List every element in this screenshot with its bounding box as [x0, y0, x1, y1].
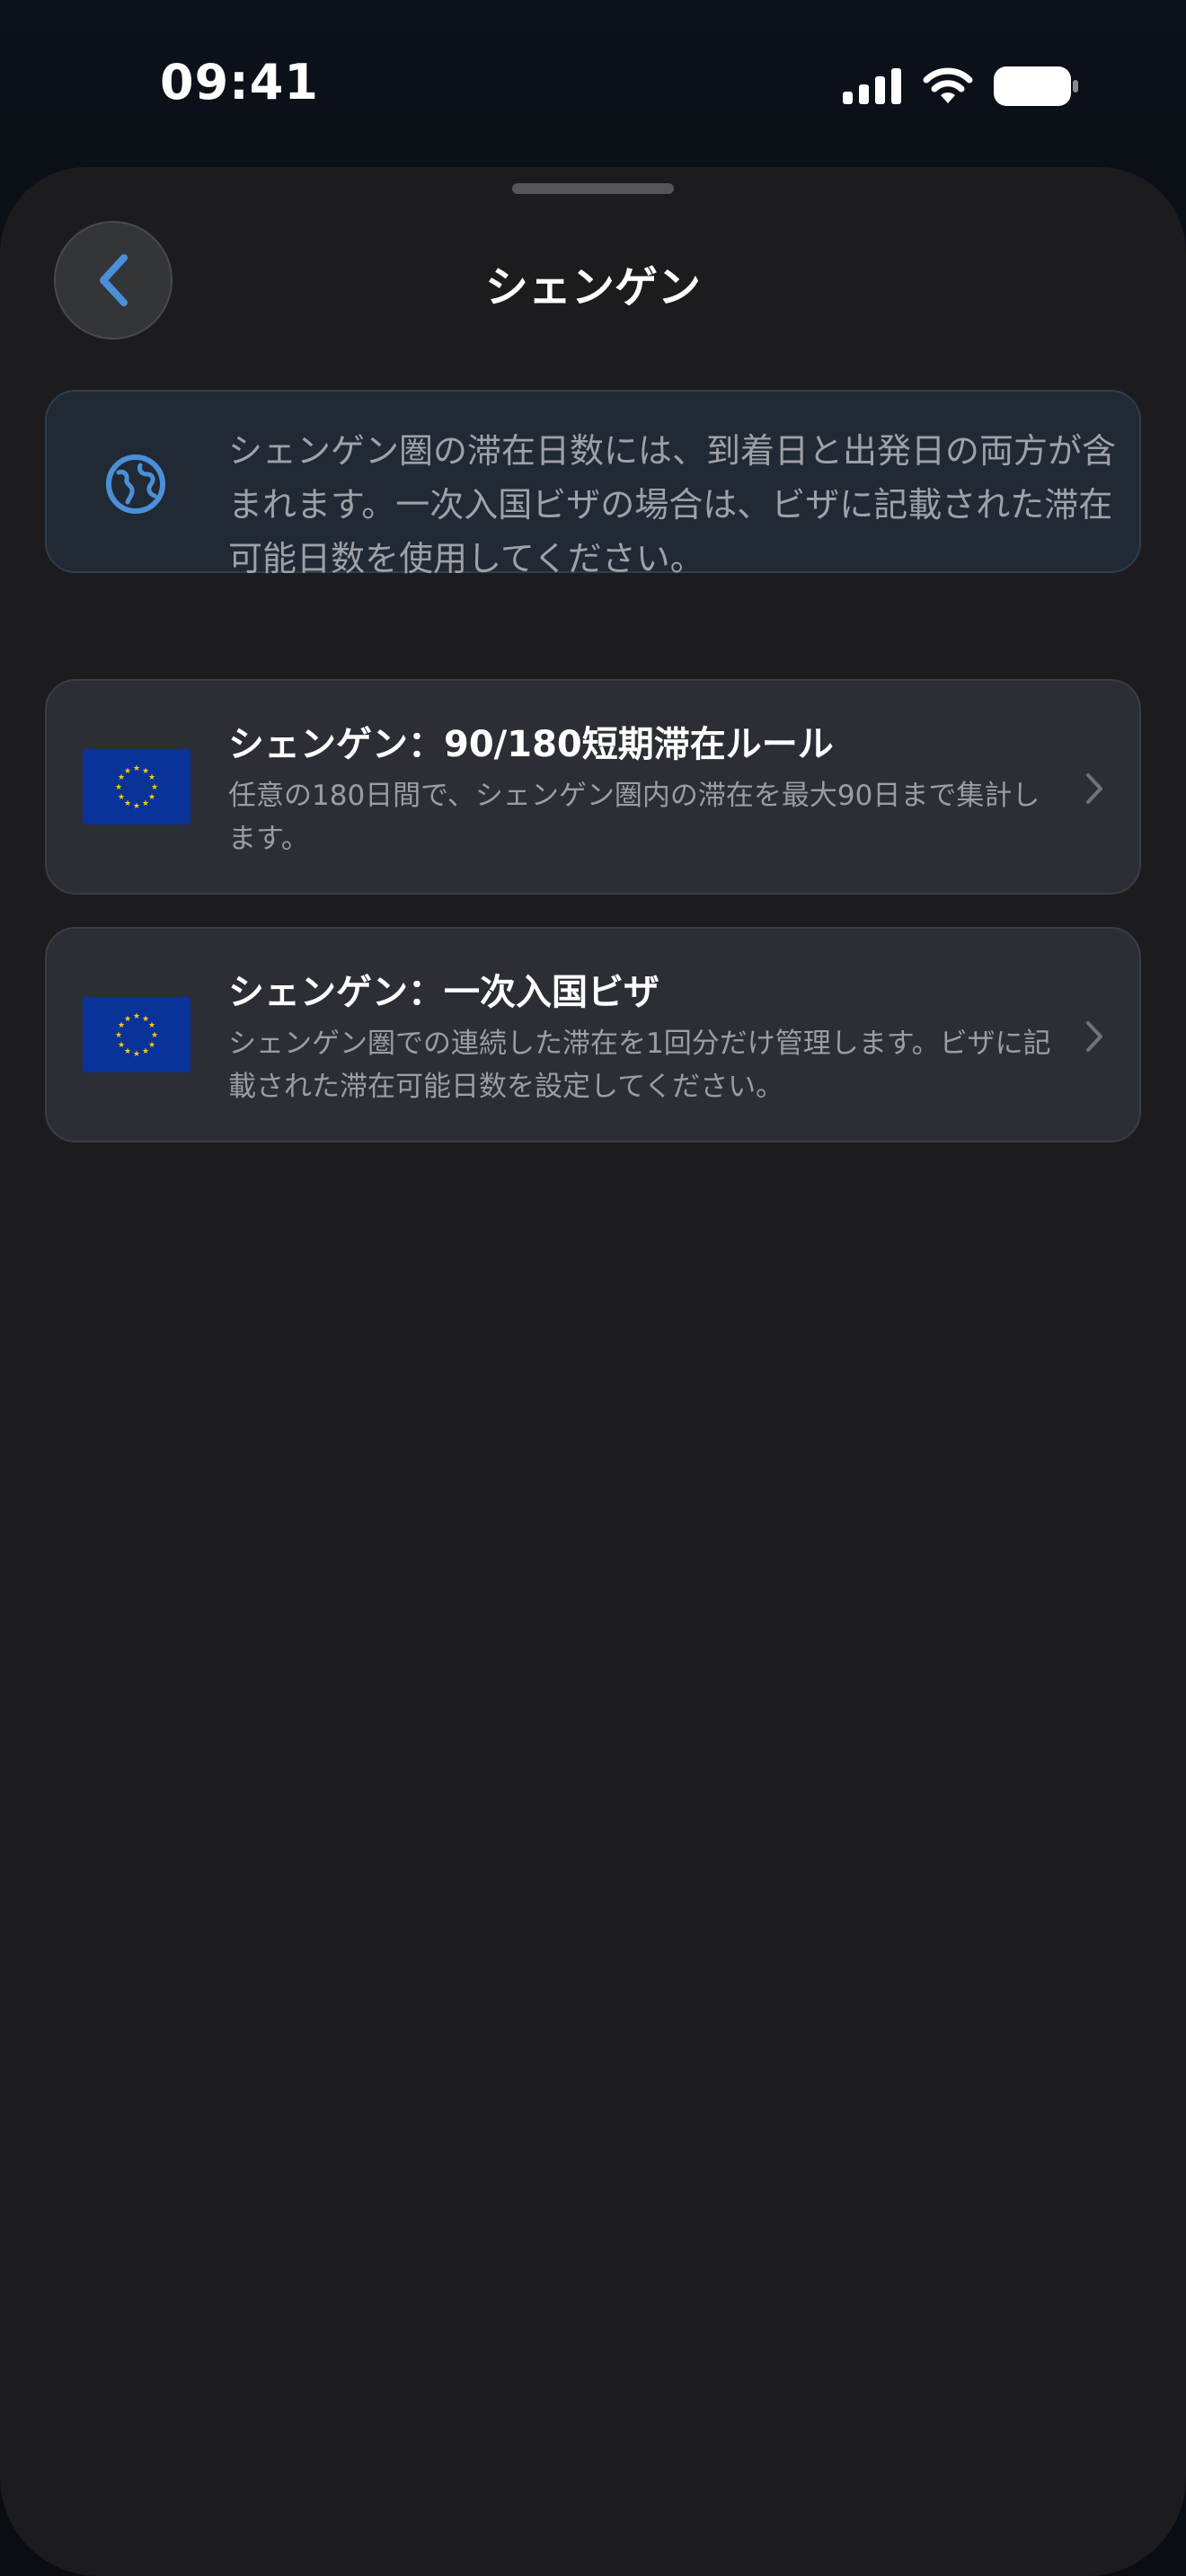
- svg-text:★: ★: [148, 1021, 155, 1030]
- svg-text:★: ★: [115, 783, 122, 792]
- rule-description: 任意の180日間で、シェンゲン圏内の滞在を最大90日まで集計します。: [228, 780, 1040, 855]
- rule-option-single-entry-visa[interactable]: ★ ★ ★ ★ ★ ★ ★ ★ ★ ★ ★ ★ シェンゲン：一次入国ビザ シェンゲン圏での連続し…: [45, 927, 1141, 1142]
- svg-text:★: ★: [148, 1041, 155, 1050]
- svg-text:★: ★: [118, 1041, 125, 1050]
- rule-title: シェンゲン：90/180短期滞在ルール: [228, 724, 834, 765]
- eu-flag-icon: ★ ★★ ★★★ ★★★ ★★★: [83, 749, 190, 825]
- status-time: 09:41: [160, 54, 319, 110]
- info-text: シェンゲン圏の滞在日数には、到着日と出発日の両方が含まれます。一次入国ビザの場合…: [228, 431, 1117, 578]
- rule-option-90-180[interactable]: ★ ★ ★ ★ ★ ★ ★ ★ ★ ★ ★ ★ シェンゲン：90/180短期滞在ルール 任意の1…: [45, 679, 1141, 895]
- svg-text:★: ★: [151, 783, 158, 792]
- status-bar: 09:41: [0, 0, 1186, 171]
- globe-icon: [106, 454, 165, 514]
- svg-text:★: ★: [148, 773, 155, 782]
- chevron-right-icon: [1086, 773, 1102, 804]
- svg-text:★: ★: [133, 1050, 140, 1059]
- svg-text:★: ★: [124, 1015, 131, 1024]
- svg-text:★: ★: [142, 799, 149, 808]
- svg-text:★: ★: [151, 1031, 158, 1040]
- rule-title: シェンゲン：一次入国ビザ: [228, 972, 659, 1013]
- svg-text:★: ★: [142, 1047, 149, 1056]
- svg-text:★: ★: [148, 793, 155, 802]
- svg-text:★: ★: [124, 1047, 131, 1056]
- chevron-right-icon: [1086, 1021, 1102, 1052]
- app-screen: 09:41 シェンゲン シェンゲン圏の滞在日数には、到着日と出発日の両方が含まれ…: [0, 0, 1186, 2576]
- svg-text:★: ★: [133, 1012, 140, 1021]
- wifi-icon: [923, 67, 973, 103]
- svg-text:★: ★: [118, 793, 125, 802]
- rule-description: シェンゲン圏での連続した滞在を1回分だけ管理します。ビザに記載された滞在可能日数…: [228, 1028, 1051, 1103]
- status-icons: [843, 65, 1078, 108]
- info-banner: シェンゲン圏の滞在日数には、到着日と出発日の両方が含まれます。一次入国ビザの場合…: [45, 390, 1141, 578]
- svg-text:★: ★: [133, 764, 140, 773]
- page-title: シェンゲン: [484, 262, 701, 313]
- bottom-sheet: シェンゲン シェンゲン圏の滞在日数には、到着日と出発日の両方が含まれます。一次入…: [0, 167, 1186, 2576]
- svg-text:★: ★: [115, 1031, 122, 1040]
- svg-text:★: ★: [124, 799, 131, 808]
- eu-flag-icon: ★ ★★ ★★★ ★★★ ★★★: [83, 997, 190, 1072]
- cellular-signal-icon: [843, 68, 901, 104]
- sheet-grabber[interactable]: [512, 183, 674, 194]
- svg-text:★: ★: [133, 802, 140, 811]
- battery-icon: [994, 66, 1078, 106]
- svg-text:★: ★: [124, 767, 131, 776]
